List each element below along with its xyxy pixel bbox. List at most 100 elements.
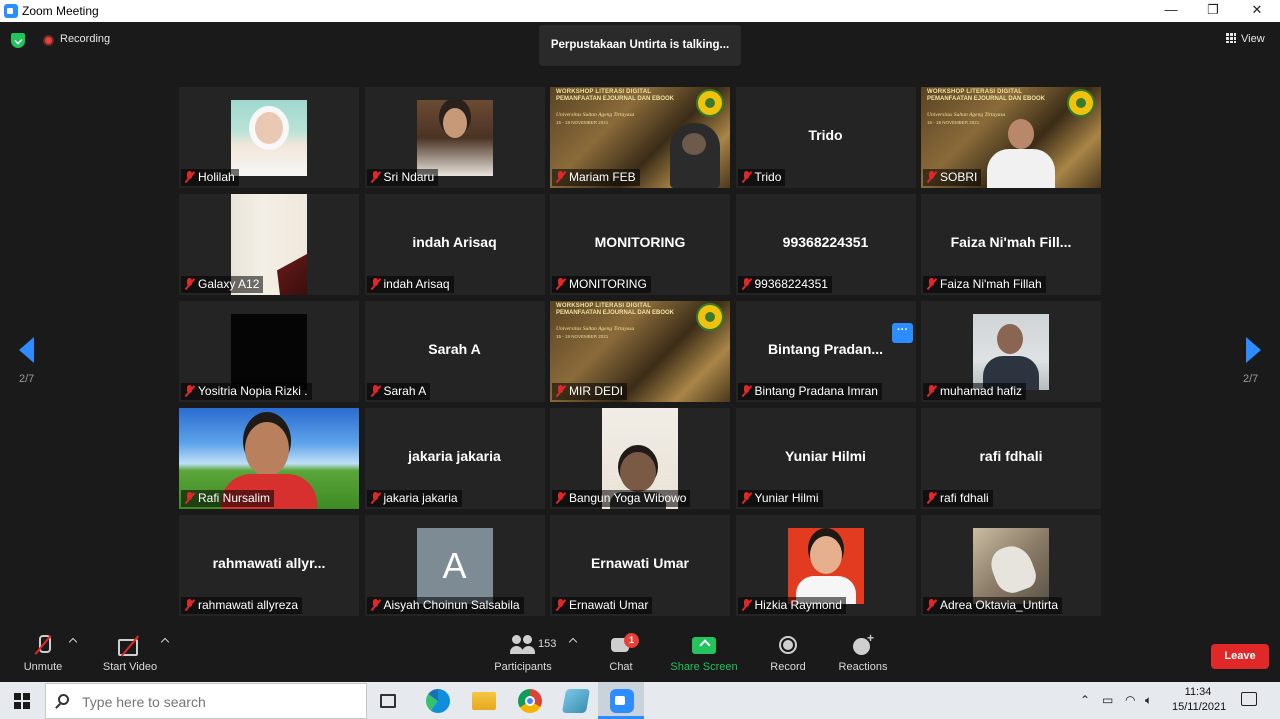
record-button[interactable]: Record xyxy=(766,635,810,673)
banner-text: WORKSHOP LITERASI DIGITAL xyxy=(556,89,652,95)
task-view-icon[interactable] xyxy=(380,694,396,708)
volume-icon[interactable]: 🔈︎ xyxy=(1145,693,1152,708)
participant-tile[interactable]: Bintang Pradan... Bintang Pradana Imran xyxy=(735,301,916,402)
participant-name: MIR DEDI xyxy=(569,384,623,398)
participant-tile[interactable]: MONITORING MONITORING xyxy=(550,194,730,295)
participant-name: Trido xyxy=(754,170,782,184)
clock-date: 15/11/2021 xyxy=(1172,701,1227,713)
record-icon xyxy=(778,635,798,657)
next-page-arrow-icon[interactable] xyxy=(1246,337,1261,363)
participant-name: SOBRI xyxy=(940,170,978,184)
window-title: Zoom Meeting xyxy=(22,4,99,18)
participant-display-name: MONITORING xyxy=(594,234,686,250)
muted-microphone-icon xyxy=(926,492,937,504)
participant-name-label: jakaria jakaria xyxy=(366,490,462,507)
participant-tile[interactable]: WORKSHOP LITERASI DIGITAL PEMANFAATAN EJO… xyxy=(921,87,1101,188)
edge-browser-icon[interactable] xyxy=(426,689,450,713)
audio-options-chevron-icon[interactable] xyxy=(68,637,78,647)
pinned-app-icon[interactable] xyxy=(561,689,591,713)
muted-microphone-icon xyxy=(741,278,752,290)
banner-text: 15 - 19 NOVEMBER 2021 xyxy=(927,120,980,125)
participant-name: Adrea Oktavia_Untirta xyxy=(940,598,1059,612)
unmute-label: Unmute xyxy=(23,661,63,673)
participant-name: rafi fdhali xyxy=(940,491,989,505)
zoom-taskbar-icon[interactable] xyxy=(610,689,634,713)
file-explorer-icon[interactable] xyxy=(472,692,496,710)
muted-microphone-icon xyxy=(555,385,566,397)
participant-tile[interactable]: jakaria jakaria jakaria jakaria xyxy=(364,408,545,509)
participant-tile[interactable]: Trido Trido xyxy=(735,87,916,188)
battery-icon[interactable]: ▭ xyxy=(1102,693,1113,707)
participant-tile[interactable]: Bangun Yoga Wibowo xyxy=(550,408,730,509)
participant-name: Sarah A xyxy=(383,384,427,398)
page-indicator-left: 2/7 xyxy=(19,373,35,385)
participant-name: Bintang Pradana Imran xyxy=(754,384,878,398)
active-speaker-banner: Perpustakaan Untirta is talking... xyxy=(539,25,741,66)
participant-tile[interactable]: Faiza Ni'mah Fill... Faiza Ni'mah Fillah xyxy=(921,194,1101,295)
reactions-button[interactable]: Reactions xyxy=(836,631,890,673)
start-video-button[interactable]: Start Video xyxy=(98,635,162,673)
participant-tile[interactable]: indah Arisaq indah Arisaq xyxy=(364,194,545,295)
close-button[interactable]: ✕ xyxy=(1237,0,1277,22)
participants-label: Participants xyxy=(494,661,552,673)
participant-tile[interactable]: Yuniar Hilmi Yuniar Hilmi xyxy=(735,408,916,509)
wifi-icon[interactable]: ◠ xyxy=(1125,693,1135,707)
participant-tile[interactable]: Sarah A Sarah A xyxy=(364,301,545,402)
participant-tile[interactable]: Adrea Oktavia_Untirta xyxy=(921,515,1101,616)
participants-count: 153 xyxy=(538,638,557,650)
view-button[interactable]: View xyxy=(1226,33,1265,45)
participant-name: indah Arisaq xyxy=(383,277,450,291)
video-options-chevron-icon[interactable] xyxy=(160,637,170,647)
taskbar-search-input[interactable] xyxy=(82,692,352,712)
muted-microphone-icon xyxy=(370,492,381,504)
participant-display-name: Trido xyxy=(808,127,843,143)
notifications-icon[interactable] xyxy=(1241,692,1257,706)
chat-unread-badge: 1 xyxy=(624,633,639,648)
banner-text: PEMANFAATAN EJOURNAL DAN EBOOK xyxy=(556,96,675,102)
participant-tile[interactable]: Galaxy A12 xyxy=(179,194,359,295)
minimize-button[interactable]: — xyxy=(1151,0,1191,22)
participant-name: Hizkia Raymond xyxy=(754,598,842,612)
participant-tile[interactable]: Holilah xyxy=(179,87,359,188)
show-hidden-icons-chevron-icon[interactable]: ⌃ xyxy=(1080,693,1090,707)
security-shield-icon[interactable] xyxy=(11,33,25,48)
participant-tile[interactable]: Hizkia Raymond xyxy=(735,515,916,616)
taskbar-clock[interactable]: 11:34 15/11/2021 xyxy=(1172,685,1227,715)
muted-microphone-icon xyxy=(555,278,566,290)
participant-tile[interactable]: A Aisyah Choinun Salsabila xyxy=(364,515,545,616)
leave-button[interactable]: Leave xyxy=(1211,644,1269,669)
previous-page-arrow-icon[interactable] xyxy=(19,337,34,363)
participant-name-label: muhamad hafiz xyxy=(923,383,1027,400)
muted-microphone-icon xyxy=(555,492,566,504)
banner-text: WORKSHOP LITERASI DIGITAL xyxy=(927,89,1023,95)
participant-tile[interactable]: Yositria Nopia Rizki . xyxy=(179,301,359,402)
chrome-browser-icon[interactable] xyxy=(518,689,542,713)
participant-tile[interactable]: Ernawati Umar Ernawati Umar xyxy=(550,515,730,616)
unmute-button[interactable]: Unmute xyxy=(20,635,66,673)
participant-name-label: rahmawati allyreza xyxy=(181,597,303,614)
participant-tile[interactable]: Rafi Nursalim xyxy=(179,408,359,509)
participant-name-label: SOBRI xyxy=(923,169,982,186)
restore-button[interactable]: ❐ xyxy=(1193,0,1233,22)
taskbar-search-box[interactable] xyxy=(45,683,367,719)
participant-video xyxy=(973,528,1049,604)
participant-tile[interactable]: WORKSHOP LITERASI DIGITAL PEMANFAATAN EJO… xyxy=(550,301,730,402)
muted-microphone-icon xyxy=(370,171,381,183)
windows-start-icon[interactable] xyxy=(14,693,30,709)
participant-tile[interactable]: WORKSHOP LITERASI DIGITAL PEMANFAATAN EJO… xyxy=(550,87,730,188)
muted-microphone-icon xyxy=(926,599,937,611)
tile-more-options-button[interactable]: ··· xyxy=(892,323,913,343)
participant-tile[interactable]: Sri Ndaru xyxy=(364,87,545,188)
participant-tile[interactable]: rahmawati allyr... rahmawati allyreza xyxy=(179,515,359,616)
chat-label: Chat xyxy=(609,661,633,673)
participant-tile[interactable]: 99368224351 99368224351 xyxy=(735,194,916,295)
banner-text: 15 - 19 NOVEMBER 2021 xyxy=(556,334,609,339)
muted-microphone-icon xyxy=(184,385,195,397)
participant-tile[interactable]: rafi fdhali rafi fdhali xyxy=(921,408,1101,509)
participant-tile[interactable]: muhamad hafiz xyxy=(921,301,1101,402)
participant-name-label: 99368224351 xyxy=(737,276,832,293)
participant-name: Aisyah Choinun Salsabila xyxy=(383,598,520,612)
share-screen-button[interactable]: Share Screen xyxy=(668,635,740,673)
participants-options-chevron-icon[interactable] xyxy=(568,637,578,647)
banner-text: Universitas Sultan Ageng Tirtayasa xyxy=(556,112,635,118)
